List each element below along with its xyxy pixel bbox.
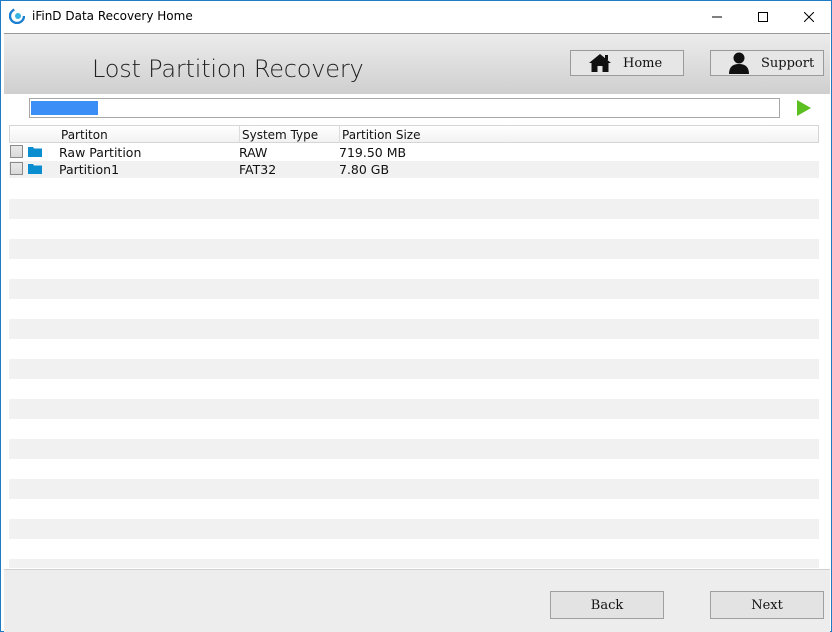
folder-icon — [28, 147, 42, 157]
table-header: Partiton System Type Partition Size — [9, 125, 819, 143]
table-row[interactable]: Raw Partition RAW 719.50 MB — [9, 144, 819, 161]
folder-icon — [28, 164, 42, 174]
row-checkbox[interactable] — [10, 162, 23, 175]
page-header: Lost Partition Recovery Home Support — [4, 33, 830, 94]
column-divider[interactable] — [239, 126, 240, 143]
footer-bar: Back Next — [4, 569, 830, 632]
maximize-button[interactable] — [740, 1, 786, 32]
partition-size: 7.80 GB — [339, 162, 390, 177]
scan-progress-fill — [31, 101, 98, 115]
title-bar: iFinD Data Recovery Home — [1, 1, 831, 32]
app-window: iFinD Data Recovery Home Lost Partition … — [0, 0, 832, 632]
close-icon — [804, 11, 814, 22]
system-type: RAW — [239, 145, 268, 160]
next-button[interactable]: Next — [710, 591, 824, 619]
minimize-button[interactable] — [694, 1, 740, 32]
home-icon — [589, 54, 611, 72]
support-label: Support — [761, 55, 815, 71]
window-title: iFinD Data Recovery Home — [32, 9, 193, 23]
table-row[interactable]: Partition1 FAT32 7.80 GB — [9, 161, 819, 178]
column-header-partition-size[interactable]: Partition Size — [342, 128, 420, 142]
home-button[interactable]: Home — [570, 50, 684, 76]
support-button[interactable]: Support — [710, 50, 824, 76]
column-header-system-type[interactable]: System Type — [242, 128, 318, 142]
page-title: Lost Partition Recovery — [92, 55, 364, 83]
partition-name: Raw Partition — [59, 145, 142, 160]
maximize-icon — [758, 11, 768, 22]
home-label: Home — [623, 55, 663, 71]
user-icon — [729, 52, 749, 74]
partition-size: 719.50 MB — [339, 145, 407, 160]
scan-progress-bar — [29, 98, 780, 118]
system-type: FAT32 — [239, 162, 277, 177]
table-body: Raw Partition RAW 719.50 MB Partition1 F… — [9, 144, 819, 568]
close-button[interactable] — [786, 1, 832, 32]
minimize-icon — [712, 16, 722, 17]
partition-name: Partition1 — [59, 162, 120, 177]
column-header-partition[interactable]: Partiton — [61, 128, 108, 142]
row-stripes — [9, 199, 819, 568]
back-button[interactable]: Back — [550, 591, 664, 619]
row-checkbox[interactable] — [10, 145, 23, 158]
play-icon[interactable] — [796, 100, 812, 116]
column-divider[interactable] — [339, 126, 340, 143]
app-logo-icon — [9, 8, 25, 24]
partition-table: Partiton System Type Partition Size Raw … — [9, 125, 819, 568]
